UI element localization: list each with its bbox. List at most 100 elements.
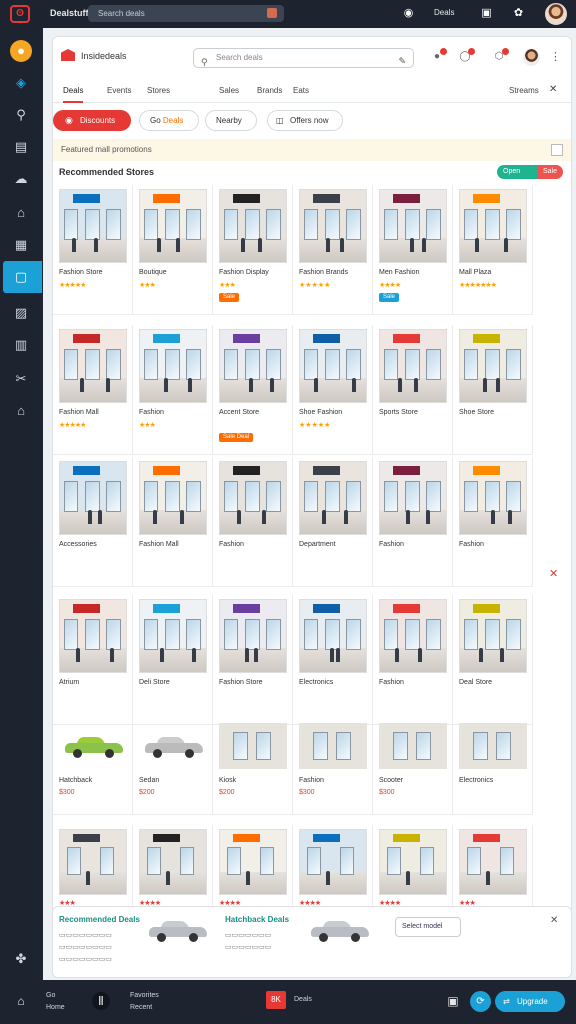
filter-offers[interactable]: ◫ Offers now [267, 110, 343, 131]
product-card[interactable]: Accessories [53, 457, 133, 587]
compass-icon[interactable]: ◉ [402, 7, 415, 20]
home-icon[interactable]: ⌂ [12, 992, 30, 1010]
store-thumbnail[interactable] [379, 829, 447, 895]
notification-icon[interactable]: ● [431, 48, 447, 63]
product-card[interactable]: Fashion Display ★★★ Sale [213, 185, 293, 315]
store-thumbnail[interactable] [459, 461, 527, 535]
product-card[interactable]: Sedan $200 [133, 719, 213, 815]
product-card[interactable]: Atrium [53, 595, 133, 725]
camera-icon[interactable]: ▣ [444, 992, 462, 1010]
pause-icon[interactable]: Ⅱ [92, 992, 110, 1010]
dropbox-icon[interactable]: ◈ [10, 72, 32, 94]
tab-sales[interactable]: Sales [219, 86, 239, 95]
store-thumbnail[interactable] [139, 461, 207, 535]
product-title[interactable]: Fashion Store [219, 679, 263, 686]
tab-streams[interactable]: Streams [509, 86, 539, 95]
store-thumbnail[interactable] [379, 599, 447, 673]
product-thumbnail[interactable] [299, 723, 367, 769]
store-thumbnail[interactable] [459, 829, 527, 895]
calendar-icon[interactable]: ▦ [10, 234, 32, 256]
user-avatar[interactable] [545, 3, 567, 25]
product-title[interactable]: Electronics [459, 777, 493, 784]
filter-discounts[interactable]: ◉ Discounts [53, 110, 131, 131]
tab-stores[interactable]: Stores [147, 86, 170, 95]
product-title[interactable]: Fashion [299, 777, 324, 784]
product-title[interactable]: Sports Store [379, 409, 418, 416]
product-title[interactable]: Men Fashion [379, 269, 419, 276]
product-title[interactable]: Mall Plaza [459, 269, 491, 276]
product-title[interactable]: Department [299, 541, 336, 548]
product-title[interactable]: Fashion Mall [59, 409, 99, 416]
product-thumbnail[interactable] [219, 723, 287, 769]
home-icon[interactable]: ● [10, 40, 32, 62]
product-title[interactable]: Electronics [299, 679, 333, 686]
product-title[interactable]: Boutique [139, 269, 167, 276]
product-card[interactable]: Accent Store Sale Deal [213, 325, 293, 455]
close-icon[interactable]: ✕ [549, 84, 557, 95]
tab-events[interactable]: Events [107, 86, 131, 95]
product-title[interactable]: Fashion [139, 409, 164, 416]
store-thumbnail[interactable] [379, 461, 447, 535]
store-thumbnail[interactable] [459, 329, 527, 403]
store-thumbnail[interactable] [219, 461, 287, 535]
product-card[interactable]: Fashion Store ★★★★★ [53, 185, 133, 315]
store-thumbnail[interactable] [59, 329, 127, 403]
store-thumbnail[interactable] [139, 829, 207, 895]
product-card[interactable]: Fashion [453, 457, 533, 587]
store-thumbnail[interactable] [59, 189, 127, 263]
more-icon[interactable]: ⋮ [550, 50, 561, 63]
product-card[interactable]: Deli Store [133, 595, 213, 725]
product-card[interactable]: Electronics [453, 719, 533, 815]
store-thumbnail[interactable] [59, 599, 127, 673]
product-title[interactable]: Fashion [379, 679, 404, 686]
product-title[interactable]: Deli Store [139, 679, 170, 686]
apps-icon[interactable]: ✤ [10, 948, 32, 970]
product-title[interactable]: Fashion Mall [139, 541, 179, 548]
store-thumbnail[interactable] [219, 189, 287, 263]
calendar-icon[interactable]: ▣ [480, 7, 493, 20]
product-title[interactable]: Fashion [219, 541, 244, 548]
red-badge-icon[interactable]: 8K [266, 991, 286, 1009]
product-card[interactable]: Fashion Mall [133, 457, 213, 587]
tools-icon[interactable]: ✂ [10, 368, 32, 390]
product-title[interactable]: Fashion [379, 541, 404, 548]
product-thumbnail[interactable] [139, 723, 207, 769]
store-thumbnail[interactable] [299, 461, 367, 535]
product-title[interactable]: Shoe Store [459, 409, 494, 416]
product-title[interactable]: Sedan [139, 777, 159, 784]
product-thumbnail[interactable] [379, 723, 447, 769]
product-card[interactable]: Men Fashion ★★★★ Sale [373, 185, 453, 315]
product-title[interactable]: Scooter [379, 777, 403, 784]
settings-icon[interactable]: ▥ [10, 334, 32, 356]
card-avatar[interactable] [523, 49, 540, 66]
close-icon[interactable]: ✕ [550, 915, 558, 926]
search-submit-icon[interactable] [267, 8, 277, 18]
product-title[interactable]: Fashion Display [219, 269, 269, 276]
dismiss-icon[interactable]: ✕ [549, 567, 558, 580]
store-thumbnail[interactable] [219, 599, 287, 673]
top-right-label[interactable]: Deals [434, 8, 454, 17]
store-thumbnail[interactable] [459, 189, 527, 263]
product-card[interactable]: Deal Store [453, 595, 533, 725]
product-title[interactable]: Hatchback [59, 777, 92, 784]
product-card[interactable]: Sports Store [373, 325, 453, 455]
edit-icon[interactable]: ✎ [398, 52, 406, 70]
product-card[interactable]: Fashion [373, 457, 453, 587]
product-card[interactable]: Shoe Store [453, 325, 533, 455]
store-thumbnail[interactable] [219, 829, 287, 895]
product-card[interactable]: Fashion Mall ★★★★★ [53, 325, 133, 455]
cloud-icon[interactable]: ☁ [10, 168, 32, 190]
product-title[interactable]: Accessories [59, 541, 97, 548]
product-title[interactable]: Accent Store [219, 409, 259, 416]
store-thumbnail[interactable] [219, 329, 287, 403]
product-card[interactable]: Fashion Brands ★★★★★ [293, 185, 373, 315]
footer-deals[interactable]: Deals [294, 996, 312, 1003]
store-thumbnail[interactable] [299, 329, 367, 403]
store-thumbnail[interactable] [139, 599, 207, 673]
product-title[interactable]: Fashion [459, 541, 484, 548]
product-thumbnail[interactable] [59, 723, 127, 769]
tab-eats[interactable]: Eats [293, 86, 309, 95]
camera-icon[interactable]: ▢ [10, 266, 32, 288]
search-icon[interactable]: ⚲ [10, 104, 32, 126]
store-thumbnail[interactable] [299, 599, 367, 673]
